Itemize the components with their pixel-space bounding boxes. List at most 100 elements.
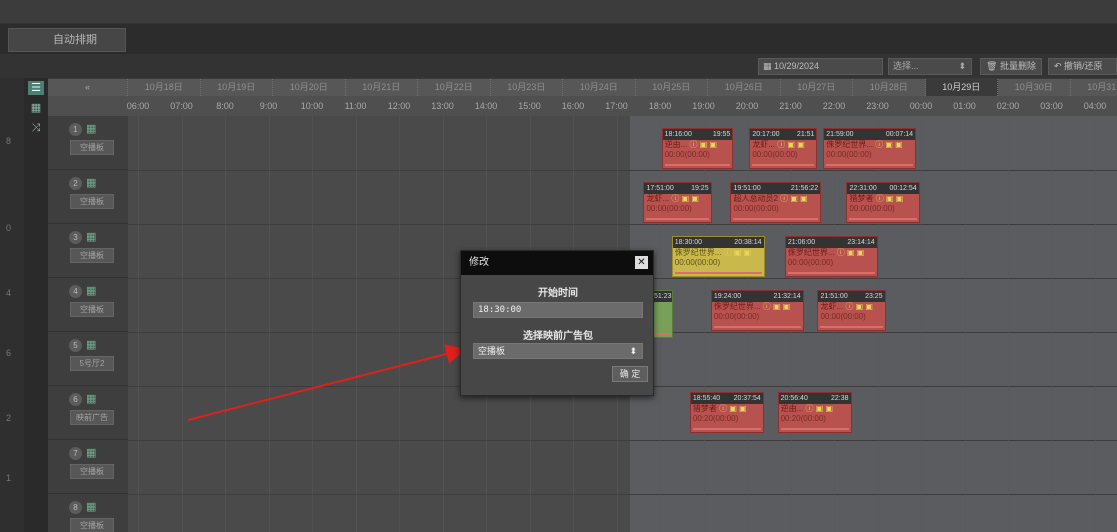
auto-schedule-tab[interactable]: 自动排期 [8, 28, 126, 52]
calendar-icon[interactable]: ▦ [86, 500, 96, 513]
hour-divider [355, 116, 357, 532]
hall-ad-tag[interactable]: 空播板 [70, 248, 114, 263]
hall-row-labels: 1 ▦ 空播板 2 ▦ 空播板 3 ▦ 空播板 4 ▦ 空播板 5 ▦ 5号厅2 6 ▦ 映前广告 7 ▦ 空播板 8 ▦ 空… [48, 116, 128, 532]
screening-block[interactable]: 20:17:00 21:51 龙虾... ⓘ ▣ ▣ 00:00(00:00) [749, 128, 818, 169]
time-header-cell: 22:00 [822, 101, 846, 111]
date-header-cell[interactable]: 10月28日 [853, 79, 926, 96]
close-icon[interactable]: ✕ [635, 256, 648, 269]
collapse-button[interactable]: « [48, 79, 128, 96]
screening-block[interactable]: 19:24:00 21:32:14 侏罗纪世界... ⓘ ▣ ▣ 00:00(00:0… [710, 290, 804, 331]
screening-block[interactable]: 18:16:00 19:55 逆由... ⓘ ▣ ▣ 00:00(00:00) [661, 128, 734, 169]
block-action-icons[interactable]: ⓘ ▣ ▣ [803, 404, 833, 413]
hall-ad-tag[interactable]: 空播板 [70, 140, 114, 155]
date-header-cell[interactable]: 10月21日 [346, 79, 418, 96]
filter-select[interactable]: 选择... ⬍ [888, 58, 972, 75]
hall-ad-tag[interactable]: 空播板 [70, 194, 114, 209]
ad-duration: 00:20(00:00) [780, 414, 826, 423]
block-action-icons[interactable]: ⓘ ▣ ▣ [873, 194, 904, 203]
date-header-cell[interactable]: 10月29日 [925, 79, 998, 96]
movie-title-text: 龙虾... [646, 194, 670, 203]
movie-title: 侏罗纪世界... ⓘ ▣ ▣ [712, 302, 803, 312]
block-action-icons[interactable]: ⓘ ▣ ▣ [669, 194, 699, 203]
undo-button[interactable]: ↶ 撤销/还原 [1048, 58, 1117, 75]
screening-block[interactable]: 18:55:40 20:37:54 猎梦者 ⓘ ▣ ▣ 00:20(00:00) [689, 392, 764, 433]
hall-ad-tag[interactable]: 空播板 [70, 464, 114, 479]
hall-row-label: 1 ▦ 空播板 [48, 116, 128, 170]
date-header-cell[interactable]: 10月30日 [998, 79, 1071, 96]
ad-duration: 00:20(00:00) [692, 414, 739, 423]
calendar-icon[interactable]: ▦ [86, 392, 96, 405]
hall-number: 5 [69, 339, 82, 352]
block-action-icons[interactable]: ⓘ ▣ ▣ [843, 302, 873, 311]
block-progress-bar [752, 164, 815, 166]
hour-divider [703, 116, 705, 532]
time-header-cell: 23:00 [866, 101, 889, 111]
block-action-icons[interactable]: ⓘ ▣ ▣ [873, 140, 903, 149]
screening-block[interactable]: 20:56:40 22:38 逆由... ⓘ ▣ ▣ 00:20(00:00) [777, 392, 852, 433]
screening-block[interactable]: 21:51:00 23:25 龙虾... ⓘ ▣ ▣ 00:00(00:00) [817, 290, 886, 331]
block-action-icons[interactable]: ⓘ ▣ ▣ [775, 140, 805, 149]
edge-label: 6 [6, 348, 12, 358]
calendar-icon[interactable]: ▦ [86, 230, 96, 243]
row-divider [128, 494, 1117, 495]
calendar-icon[interactable]: ▦ [86, 284, 96, 297]
calendar-icon[interactable]: ▦ [86, 338, 96, 351]
block-progress-bar [826, 164, 914, 166]
confirm-button[interactable]: 确 定 [612, 366, 648, 382]
screening-block[interactable]: 21:06:00 23:14:14 侏罗纪世界... ⓘ ▣ ▣ 00:00(00:0… [784, 236, 878, 277]
time-header-cell: 15:00 [518, 101, 541, 111]
date-header-cell[interactable]: 10月31日 [1071, 79, 1117, 96]
date-header-cell[interactable]: 10月19日 [201, 79, 273, 96]
screening-block[interactable]: 21:59:00 00:07:14 侏罗纪世界... ⓘ ▣ ▣ 00:00(00:0… [823, 128, 917, 169]
block-action-icons[interactable]: ⓘ ▣ ▣ [721, 248, 752, 257]
movie-title-text: 猎梦者 [849, 194, 874, 203]
calendar-icon[interactable]: ▦ [86, 176, 96, 189]
ad-duration: 00:00(00:00) [820, 312, 866, 321]
screening-block[interactable]: 18:30:00 20:38:14 侏罗纪世界... ⓘ ▣ ▣ 00:00(00:0… [671, 236, 765, 277]
date-header-cell[interactable]: 10月27日 [781, 79, 853, 96]
block-action-icons[interactable]: ⓘ ▣ ▣ [761, 302, 791, 311]
screening-block[interactable]: 17:51:00 19:25 龙虾... ⓘ ▣ ▣ 00:00(00:00) [643, 182, 712, 223]
block-action-icons[interactable]: ⓘ ▣ ▣ [717, 404, 747, 413]
list-view-icon[interactable]: ☰ [28, 81, 44, 95]
toolbar-top [0, 24, 1117, 54]
calendar-icon[interactable]: ▦ [86, 122, 96, 135]
date-header-cell[interactable]: 10月24日 [563, 79, 636, 96]
screening-block[interactable]: 22:31:00 00:12:54 猎梦者 ⓘ ▣ ▣ 00:00(00:00) [846, 182, 920, 223]
hour-divider [312, 116, 313, 532]
date-header-cell[interactable]: 10月22日 [418, 79, 491, 96]
shuffle-icon[interactable]: ⤨ [28, 121, 44, 135]
calendar-icon[interactable]: ▦ [86, 446, 96, 459]
hall-ad-tag[interactable]: 映前广告 [70, 410, 114, 425]
hour-divider [442, 116, 444, 532]
start-time-input[interactable]: 18:30:00 [473, 302, 643, 318]
screening-start: 19:24:00 [713, 293, 742, 300]
hall-ad-tag[interactable]: 5号厅2 [70, 356, 114, 371]
block-progress-bar [787, 272, 875, 274]
screening-end: 22:38 [831, 395, 849, 402]
block-action-icons[interactable]: ⓘ ▣ ▣ [778, 194, 808, 203]
movie-title: 龙虾... ⓘ ▣ ▣ [644, 194, 710, 204]
block-action-icons[interactable]: ⓘ ▣ ▣ [835, 248, 865, 257]
block-action-icons[interactable]: ⓘ ▣ ▣ [687, 140, 717, 149]
row-divider [128, 170, 1117, 171]
date-header-cell[interactable]: 10月20日 [273, 79, 346, 96]
time-header-cell: 11:00 [344, 101, 367, 111]
date-header-cell[interactable]: 10月25日 [636, 79, 708, 96]
hall-row-label: 6 ▦ 映前广告 [48, 386, 128, 440]
calendar-view-icon[interactable]: ▦ [28, 101, 44, 115]
block-progress-bar [664, 164, 731, 166]
date-header-cell[interactable]: 10月18日 [128, 79, 201, 96]
date-picker[interactable]: ▦ 10/29/2024 [758, 58, 883, 75]
hall-ad-tag[interactable]: 空播板 [70, 302, 114, 317]
batch-delete-button[interactable]: 🗑 批量删除 [980, 58, 1042, 75]
screening-end: 20:38:14 [734, 239, 762, 246]
date-header-cell[interactable]: 10月23日 [491, 79, 563, 96]
time-header-cell: 16:00 [561, 101, 585, 111]
ad-package-select[interactable]: 空播板 ⬍ [473, 343, 643, 359]
date-header-cell[interactable]: 10月26日 [708, 79, 781, 96]
movie-title-text: 超人总动员2 [733, 194, 778, 203]
screening-block[interactable]: 19:51:00 21:56:22 超人总动员2 ⓘ ▣ ▣ 00:00(00:00) [730, 182, 822, 223]
ad-duration: 00:00(00:00) [646, 204, 692, 213]
hall-ad-tag[interactable]: 空播板 [70, 518, 114, 532]
